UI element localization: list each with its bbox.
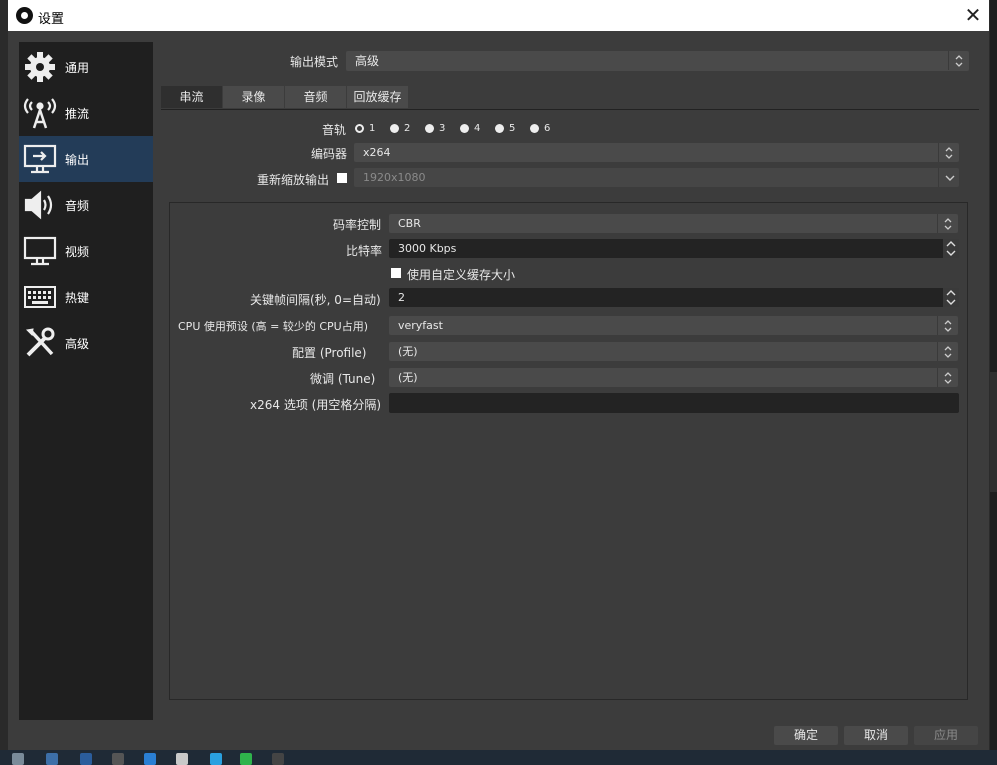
sidebar-item-general[interactable]: 通用 [19, 44, 153, 90]
profile-select[interactable]: (无) [389, 342, 958, 361]
rate-control-value: CBR [398, 217, 421, 230]
sidebar-item-video[interactable]: 视频 [19, 228, 153, 274]
output-mode-label: 输出模式 [290, 55, 339, 69]
tab-streaming[interactable]: 串流 [161, 86, 222, 108]
spin-arrows-icon[interactable] [943, 239, 959, 258]
speaker-icon [23, 188, 57, 222]
output-monitor-icon [23, 142, 57, 176]
bitrate-value: 3000 Kbps [398, 242, 457, 255]
tab-replay-buffer[interactable]: 回放缓存 [347, 86, 408, 108]
sidebar-item-label: 音频 [65, 198, 90, 213]
sidebar-item-label: 推流 [65, 106, 90, 121]
tune-label: 微调 (Tune) [310, 372, 376, 386]
chevron-updown-icon [937, 316, 958, 335]
output-mode-value: 高级 [355, 54, 380, 68]
settings-dialog: 设置 ✕ 通用 推流 输出 音频 视频 热键 高级 输出模式 高级 串流 录像 … [8, 0, 989, 750]
audio-track-radio-4[interactable]: 4 [460, 121, 480, 135]
keyboard-icon [23, 280, 57, 314]
rescale-value: 1920x1080 [363, 171, 426, 184]
custom-buffer-label: 使用自定义缓存大小 [407, 268, 516, 282]
rescale-checkbox[interactable] [337, 173, 347, 183]
audio-track-label: 音轨 [322, 123, 347, 137]
keyframe-interval-spinbox[interactable]: 2 [389, 288, 959, 307]
sidebar-item-stream[interactable]: 推流 [19, 90, 153, 136]
encoder-label: 编码器 [311, 147, 348, 161]
encoder-value: x264 [363, 146, 391, 159]
cpu-preset-label: CPU 使用预设 (高 = 较少的 CPU占用) [178, 320, 369, 333]
tune-select[interactable]: (无) [389, 368, 958, 387]
tab-recording[interactable]: 录像 [223, 86, 284, 108]
sidebar-item-advanced[interactable]: 高级 [19, 320, 153, 366]
chevron-down-icon [938, 168, 959, 187]
apply-button[interactable]: 应用 [914, 726, 978, 745]
encoder-select[interactable]: x264 [354, 143, 959, 162]
sidebar-item-label: 视频 [65, 244, 90, 259]
monitor-icon [23, 234, 57, 268]
bitrate-label: 比特率 [346, 244, 383, 258]
tab-audio[interactable]: 音频 [285, 86, 346, 108]
tab-divider [161, 109, 979, 110]
encoder-settings-group [169, 202, 968, 700]
rescale-label: 重新缩放输出 [257, 173, 330, 187]
obs-logo-icon [16, 7, 33, 24]
sidebar-item-output[interactable]: 输出 [19, 136, 153, 182]
profile-value: (无) [398, 345, 418, 358]
desktop-background-left [0, 540, 8, 740]
chevron-updown-icon [937, 368, 958, 387]
sidebar-item-label: 热键 [65, 290, 90, 305]
gear-icon [23, 50, 57, 84]
custom-buffer-checkbox[interactable] [391, 268, 401, 278]
window-title: 设置 [38, 12, 65, 27]
audio-track-radio-3[interactable]: 3 [425, 121, 445, 135]
bitrate-spinbox[interactable]: 3000 Kbps [389, 239, 959, 258]
output-mode-select[interactable]: 高级 [346, 51, 969, 71]
audio-track-radio-6[interactable]: 6 [530, 121, 550, 135]
settings-sidebar: 通用 推流 输出 音频 视频 热键 高级 [19, 42, 153, 720]
audio-track-radio-5[interactable]: 5 [495, 121, 515, 135]
profile-label: 配置 (Profile) [292, 346, 367, 360]
sidebar-item-label: 高级 [65, 336, 90, 351]
taskbar [0, 750, 997, 765]
sidebar-item-audio[interactable]: 音频 [19, 182, 153, 228]
chevron-updown-icon [948, 51, 969, 70]
x264-options-input[interactable] [389, 393, 959, 413]
sidebar-item-label: 通用 [65, 60, 90, 75]
cpu-preset-select[interactable]: veryfast [389, 316, 958, 335]
rate-control-select[interactable]: CBR [389, 214, 958, 233]
desktop-background [990, 0, 997, 765]
rescale-resolution-select[interactable]: 1920x1080 [354, 168, 959, 187]
sidebar-item-hotkeys[interactable]: 热键 [19, 274, 153, 320]
tools-icon [23, 326, 57, 360]
audio-track-radio-2[interactable]: 2 [390, 121, 410, 135]
broadcast-icon [23, 96, 57, 130]
close-button[interactable]: ✕ [957, 0, 989, 31]
title-bar: 设置 ✕ [8, 0, 989, 31]
tune-value: (无) [398, 371, 418, 384]
spin-arrows-icon[interactable] [943, 288, 959, 307]
x264-options-label: x264 选项 (用空格分隔) [250, 398, 381, 412]
ok-button[interactable]: 确定 [774, 726, 838, 745]
chevron-updown-icon [937, 214, 958, 233]
sidebar-item-label: 输出 [65, 152, 90, 167]
cpu-preset-value: veryfast [398, 319, 443, 332]
chevron-updown-icon [937, 342, 958, 361]
audio-track-radio-1[interactable]: 1 [355, 121, 375, 135]
keyframe-interval-label: 关键帧间隔(秒, 0=自动) [250, 293, 381, 307]
chevron-updown-icon [938, 143, 959, 162]
rate-control-label: 码率控制 [333, 218, 382, 232]
cancel-button[interactable]: 取消 [844, 726, 908, 745]
keyframe-interval-value: 2 [398, 291, 405, 304]
